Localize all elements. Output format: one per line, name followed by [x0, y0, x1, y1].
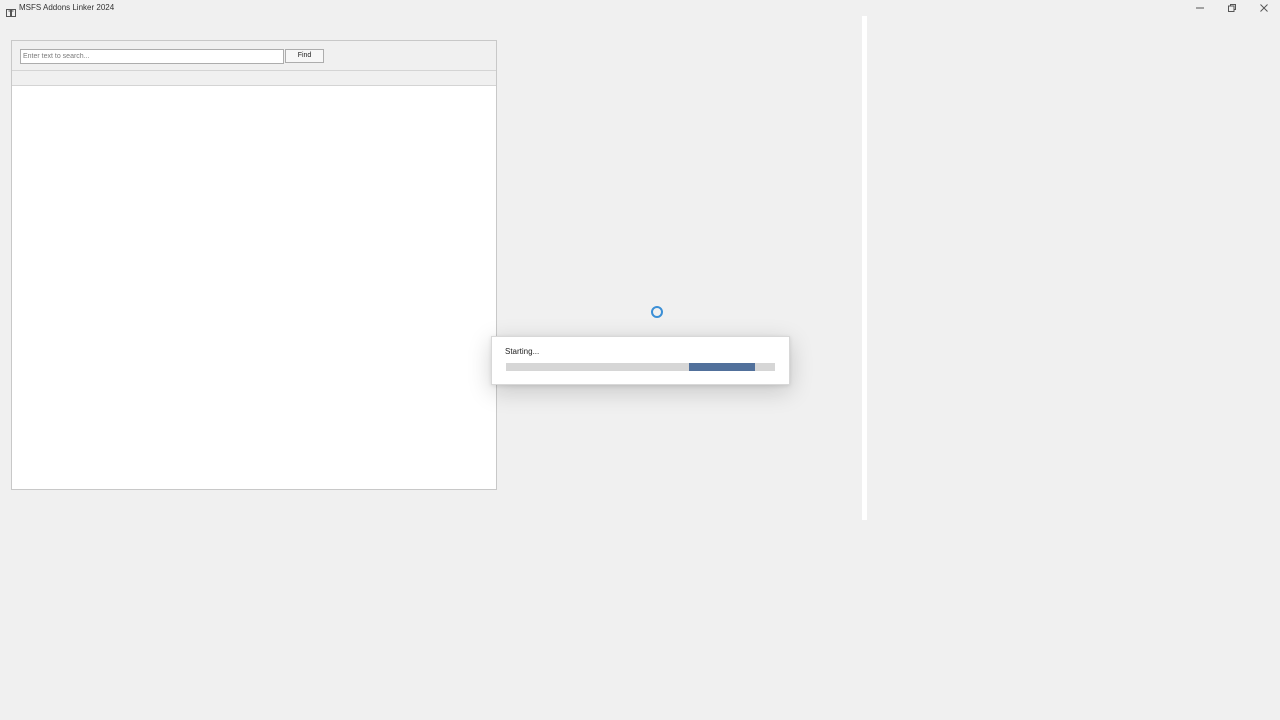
- addons-list[interactable]: [12, 86, 496, 489]
- progress-bar: [506, 363, 775, 371]
- title-bar[interactable]: MSFS Addons Linker 2024: [0, 0, 1280, 17]
- loading-spinner-icon: [651, 306, 663, 318]
- status-text: Starting...: [505, 347, 540, 356]
- minimize-button[interactable]: [1185, 0, 1215, 16]
- close-icon: [1260, 4, 1268, 12]
- loading-dialog: Starting...: [491, 336, 790, 385]
- addons-panel: Find: [11, 40, 497, 490]
- close-button[interactable]: [1249, 0, 1279, 16]
- restore-icon: [1228, 4, 1236, 12]
- find-button[interactable]: Find: [285, 49, 324, 63]
- restore-button[interactable]: [1217, 0, 1247, 16]
- search-input[interactable]: [20, 49, 284, 64]
- list-header: [12, 71, 496, 86]
- panel-splitter[interactable]: [862, 16, 867, 520]
- progress-bar-fill: [688, 363, 755, 371]
- app-icon: [6, 4, 16, 17]
- minimize-icon: [1196, 7, 1204, 9]
- window-title: MSFS Addons Linker 2024: [19, 3, 115, 12]
- search-toolbar: Find: [12, 41, 496, 71]
